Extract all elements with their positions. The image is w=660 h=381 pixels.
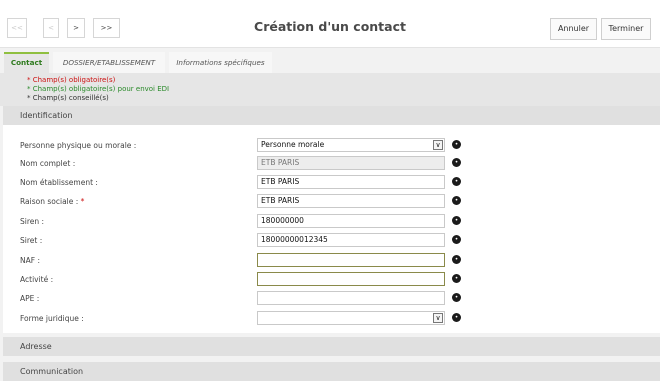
naf-input[interactable] — [257, 253, 445, 267]
ape-input[interactable] — [257, 291, 445, 305]
legend-edi: * Champ(s) obligatoire(s) pour envoi EDI — [27, 85, 170, 93]
identification-panel: Personne physique ou morale : Personne m… — [3, 125, 660, 333]
row-raison-sociale: Raison sociale : * ETB PARIS • — [3, 194, 660, 212]
info-circle-icon[interactable]: • — [452, 140, 461, 149]
personne-label: Personne physique ou morale : — [20, 141, 137, 150]
info-circle-icon[interactable]: • — [452, 313, 461, 322]
naf-label: NAF : — [20, 256, 40, 265]
tab-bar: Contact DOSSIER/ETABLISSEMENT Informatio… — [0, 52, 660, 73]
info-circle-icon[interactable]: • — [452, 235, 461, 244]
row-siret: Siret : 18000000012345 • — [3, 233, 660, 251]
tab-informations-specifiques[interactable]: Informations spécifiques — [169, 52, 272, 73]
info-circle-icon[interactable]: • — [452, 177, 461, 186]
info-circle-icon[interactable]: • — [452, 158, 461, 167]
header-bar: << < > >> Création d'un contact Annuler … — [0, 8, 660, 48]
row-ape: APE : • — [3, 291, 660, 309]
forme-juridique-select[interactable]: ∨ — [257, 311, 445, 325]
siren-label: Siren : — [20, 217, 45, 226]
nom-etablissement-label: Nom établissement : — [20, 178, 98, 187]
legend-mandatory: * Champ(s) obligatoire(s) — [27, 76, 116, 84]
chevron-down-icon[interactable]: ∨ — [433, 313, 443, 323]
personne-select[interactable]: Personne morale ∨ — [257, 138, 445, 152]
row-naf: NAF : • — [3, 253, 660, 271]
row-siren: Siren : 180000000 • — [3, 214, 660, 232]
nom-etablissement-input[interactable]: ETB PARIS — [257, 175, 445, 189]
info-circle-icon[interactable]: • — [452, 274, 461, 283]
section-adresse[interactable]: Adresse — [3, 337, 660, 356]
finish-button[interactable]: Terminer — [601, 18, 651, 40]
info-circle-icon[interactable]: • — [452, 293, 461, 302]
raison-sociale-label: Raison sociale : * — [20, 197, 85, 206]
row-personne: Personne physique ou morale : Personne m… — [3, 138, 660, 156]
siret-input[interactable]: 18000000012345 — [257, 233, 445, 247]
section-communication[interactable]: Communication — [3, 362, 660, 381]
siret-label: Siret : — [20, 236, 43, 245]
info-circle-icon[interactable]: • — [452, 255, 461, 264]
chevron-down-icon[interactable]: ∨ — [433, 140, 443, 150]
row-forme-juridique: Forme juridique : ∨ • — [3, 311, 660, 329]
top-strip — [0, 0, 660, 8]
tab-contact[interactable]: Contact — [4, 52, 49, 73]
info-circle-icon[interactable]: • — [452, 216, 461, 225]
row-nom-complet: Nom complet : ETB PARIS • — [3, 156, 660, 174]
required-marker: * — [80, 197, 85, 206]
info-circle-icon[interactable]: • — [452, 196, 461, 205]
nom-complet-field: ETB PARIS — [257, 156, 445, 170]
ape-label: APE : — [20, 294, 40, 303]
forme-juridique-label: Forme juridique : — [20, 314, 84, 323]
nom-complet-label: Nom complet : — [20, 159, 76, 168]
activite-label: Activité : — [20, 275, 54, 284]
personne-value: Personne morale — [261, 140, 325, 149]
siren-input[interactable]: 180000000 — [257, 214, 445, 228]
tab-dossier-etablissement[interactable]: DOSSIER/ETABLISSEMENT — [53, 52, 165, 73]
field-legend: * Champ(s) obligatoire(s) * Champ(s) obl… — [0, 73, 660, 106]
row-activite: Activité : • — [3, 272, 660, 290]
legend-advised: * Champ(s) conseillé(s) — [27, 94, 109, 102]
section-identification[interactable]: Identification — [3, 106, 660, 125]
row-nom-etablissement: Nom établissement : ETB PARIS • — [3, 175, 660, 193]
activite-input[interactable] — [257, 272, 445, 286]
raison-sociale-input[interactable]: ETB PARIS — [257, 194, 445, 208]
cancel-button[interactable]: Annuler — [550, 18, 597, 40]
